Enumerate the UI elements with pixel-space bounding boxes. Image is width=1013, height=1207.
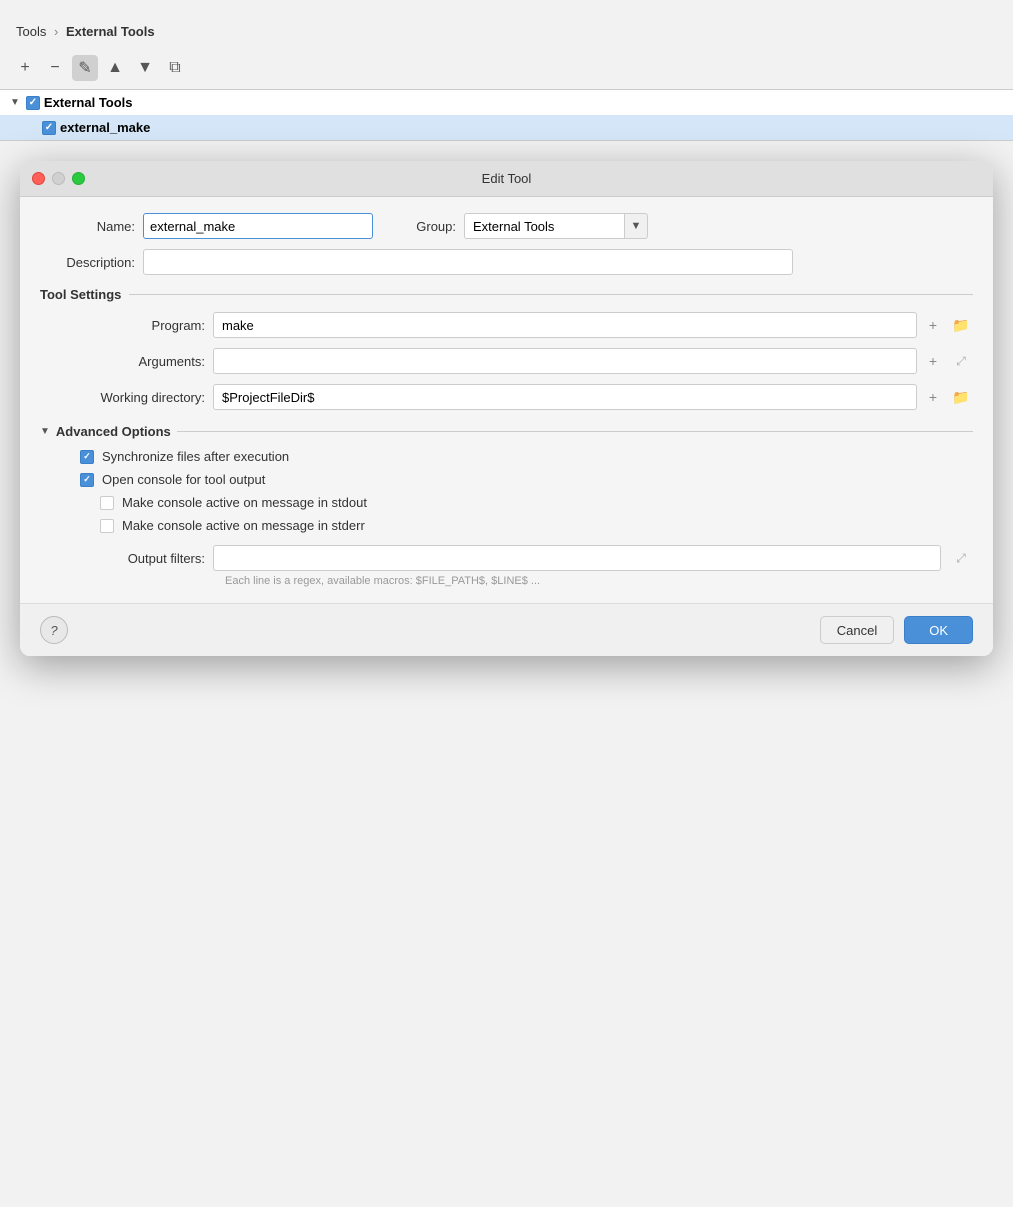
dialog-body: Name: Group: External Tools ▼ Descriptio…	[20, 197, 993, 603]
description-input[interactable]	[143, 249, 793, 275]
tree-root-chevron: ▼	[10, 97, 20, 108]
edit-tool-dialog: Edit Tool Name: Group: External Tools ▼	[20, 161, 993, 656]
dialog-footer: ? Cancel OK	[20, 603, 993, 656]
program-folder-icon[interactable]: 📁	[949, 313, 973, 337]
tree-list: ▼ External Tools external_make	[0, 89, 1013, 141]
working-dir-input-wrapper: + 📁	[213, 384, 973, 410]
arguments-row: Arguments: + ⤢	[40, 348, 973, 374]
close-button[interactable]	[32, 172, 45, 185]
help-button[interactable]: ?	[40, 616, 68, 644]
tree-root-item[interactable]: ▼ External Tools	[0, 90, 1013, 115]
arguments-add-icon[interactable]: +	[921, 349, 945, 373]
arguments-input-wrapper: + ⤢	[213, 348, 973, 374]
program-input-wrapper: + 📁	[213, 312, 973, 338]
program-add-icon[interactable]: +	[921, 313, 945, 337]
output-filters-row: Output filters: ⤢	[40, 545, 973, 571]
open-console-label: Open console for tool output	[102, 472, 265, 487]
toolbar: + − ✎ ▲ ▼ ⧉	[0, 49, 1013, 89]
program-input[interactable]	[213, 312, 917, 338]
move-down-button[interactable]: ▼	[132, 55, 158, 81]
group-select[interactable]: External Tools	[464, 213, 624, 239]
output-filters-expand-icon[interactable]: ⤢	[949, 546, 973, 570]
tree-root-label: External Tools	[44, 95, 133, 110]
advanced-section: ▼ Advanced Options Synchronize files aft…	[40, 424, 973, 533]
breadcrumb-parent: Tools	[16, 24, 46, 39]
tree-child-label: external_make	[60, 120, 150, 135]
sync-files-label: Synchronize files after execution	[102, 449, 289, 464]
active-stdout-checkbox[interactable]	[100, 496, 114, 510]
add-button[interactable]: +	[12, 55, 38, 81]
breadcrumb-current: External Tools	[66, 24, 155, 39]
output-hint: Each line is a regex, available macros: …	[40, 575, 973, 587]
ok-button[interactable]: OK	[904, 616, 973, 644]
active-stdout-label: Make console active on message in stdout	[122, 495, 367, 510]
dialog-title: Edit Tool	[482, 171, 532, 186]
name-label: Name:	[40, 219, 135, 234]
edit-button[interactable]: ✎	[72, 55, 98, 81]
active-stderr-checkbox[interactable]	[100, 519, 114, 533]
output-filters-input[interactable]	[213, 545, 941, 571]
minimize-button[interactable]	[52, 172, 65, 185]
active-stderr-row: Make console active on message in stderr	[40, 518, 973, 533]
tool-settings-label: Tool Settings	[40, 287, 121, 302]
breadcrumb: Tools › External Tools	[0, 16, 1013, 49]
working-dir-row: Working directory: + 📁	[40, 384, 973, 410]
maximize-button[interactable]	[72, 172, 85, 185]
dialog-titlebar: Edit Tool	[20, 161, 993, 197]
advanced-label: Advanced Options	[56, 424, 171, 439]
description-row: Description:	[40, 249, 973, 275]
remove-button[interactable]: −	[42, 55, 68, 81]
tool-settings-divider: Tool Settings	[40, 287, 973, 302]
sync-files-row: Synchronize files after execution	[40, 449, 973, 464]
name-group-row: Name: Group: External Tools ▼	[40, 213, 973, 239]
tree-root-checkbox[interactable]	[26, 96, 40, 110]
group-dropdown-btn[interactable]: ▼	[624, 213, 648, 239]
active-stderr-label: Make console active on message in stderr	[122, 518, 365, 533]
copy-button[interactable]: ⧉	[162, 55, 188, 81]
working-dir-add-icon[interactable]: +	[921, 385, 945, 409]
group-select-wrapper: External Tools ▼	[464, 213, 648, 239]
dialog-backdrop: Edit Tool Name: Group: External Tools ▼	[0, 141, 1013, 676]
group-label: Group:	[401, 219, 456, 234]
advanced-chevron-icon: ▼	[40, 426, 50, 437]
output-filters-label: Output filters:	[60, 551, 205, 566]
working-dir-folder-icon[interactable]: 📁	[949, 385, 973, 409]
program-row: Program: + 📁	[40, 312, 973, 338]
working-dir-input[interactable]	[213, 384, 917, 410]
tool-settings-line	[129, 294, 973, 295]
cancel-button[interactable]: Cancel	[820, 616, 894, 644]
traffic-lights	[32, 172, 85, 185]
footer-right: Cancel OK	[820, 616, 973, 644]
active-stdout-row: Make console active on message in stdout	[40, 495, 973, 510]
settings-panel: Tools › External Tools + − ✎ ▲ ▼ ⧉ ▼ Ext…	[0, 0, 1013, 1207]
breadcrumb-separator: ›	[54, 24, 58, 39]
arguments-label: Arguments:	[60, 354, 205, 369]
description-label: Description:	[40, 255, 135, 270]
program-label: Program:	[60, 318, 205, 333]
sync-files-checkbox[interactable]	[80, 450, 94, 464]
open-console-checkbox[interactable]	[80, 473, 94, 487]
advanced-divider: ▼ Advanced Options	[40, 424, 973, 439]
advanced-line	[177, 431, 973, 432]
arguments-input[interactable]	[213, 348, 917, 374]
name-input[interactable]	[143, 213, 373, 239]
open-console-row: Open console for tool output	[40, 472, 973, 487]
move-up-button[interactable]: ▲	[102, 55, 128, 81]
working-dir-label: Working directory:	[60, 390, 205, 405]
arguments-expand-icon[interactable]: ⤢	[949, 349, 973, 373]
tree-child-checkbox[interactable]	[42, 121, 56, 135]
tree-child-item[interactable]: external_make	[0, 115, 1013, 140]
